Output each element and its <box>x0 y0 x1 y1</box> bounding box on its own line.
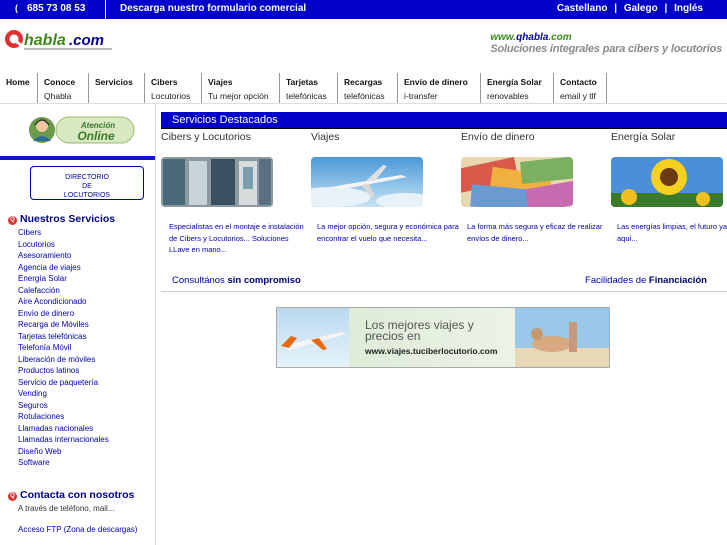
nav-conoce[interactable]: Conoce Qhabla <box>38 73 89 103</box>
travel-banner[interactable]: Los mejores viajes y precios en www.viaj… <box>276 307 610 368</box>
nav-servicios[interactable]: Servicios <box>89 73 145 103</box>
service-link[interactable]: Liberación de móviles <box>18 354 109 366</box>
language-switcher: Castellano | Galego | Inglés <box>555 3 705 14</box>
sunflower-icon <box>651 159 687 195</box>
feature-title: Viajes <box>311 131 340 143</box>
service-link[interactable]: Locutorios <box>18 239 109 251</box>
lang-ingles[interactable]: Inglés <box>674 3 703 14</box>
contact-heading: Q Contacta con nosotros <box>8 489 134 501</box>
service-link[interactable]: Rotulaciones <box>18 411 109 423</box>
airplane-photo[interactable] <box>291 157 436 209</box>
service-link[interactable]: Asesoramiento <box>18 250 109 262</box>
nav-contacto[interactable]: Contacto email y tlf <box>554 73 607 103</box>
logo-com-text: .com <box>69 32 104 49</box>
ftp-access-link[interactable]: Acceso FTP (Zona de descargas) <box>18 525 137 534</box>
service-link[interactable]: Seguros <box>18 400 109 412</box>
q-bullet-icon: Q <box>8 216 17 225</box>
service-link[interactable]: Llamadas internacionales <box>18 434 109 446</box>
banner-url: www.viajes.tuciberlocutorio.com <box>365 346 498 356</box>
feature-title: Cibers y Locutorios <box>161 131 251 143</box>
service-link[interactable]: Telefonía Móvil <box>18 342 109 354</box>
featured-heading-rule <box>161 128 727 129</box>
service-link[interactable]: Aire Acondicionado <box>18 296 109 308</box>
lang-galego[interactable]: Galego <box>624 3 658 14</box>
feature-solar[interactable]: Energía Solar Las energías limpias, el f… <box>611 131 727 244</box>
service-link[interactable]: Agencia de viajes <box>18 262 109 274</box>
money-photo[interactable] <box>455 156 579 213</box>
service-link[interactable]: Vending <box>18 388 109 400</box>
sidebar-border <box>155 104 156 545</box>
left-sidebar: Atención Online DIRECTORIO DE LOCUTORIOS… <box>0 104 156 545</box>
lang-separator: | <box>664 3 668 14</box>
consult-link[interactable]: Consultános sin compromiso <box>172 275 301 286</box>
online-support-badge[interactable]: Atención Online <box>26 111 136 149</box>
service-link[interactable]: Cibers <box>18 227 109 239</box>
nav-recargas[interactable]: Recargas telefónicas <box>338 73 398 103</box>
nav-cibers[interactable]: Cibers Locutorios <box>145 73 202 103</box>
service-link[interactable]: Software <box>18 457 109 469</box>
feature-envio[interactable]: Envío de dinero La forma más segura y ef… <box>455 131 611 244</box>
feature-description: Especialistas en el montaje e instalació… <box>169 222 304 254</box>
feature-description: Las energías limpias, el futuro ya está … <box>617 222 727 243</box>
main-nav: Home Conoce Qhabla Servicios Cibers Locuto… <box>0 73 607 103</box>
lang-separator: | <box>614 3 618 14</box>
banner-headline: Los mejores viajes y precios en <box>365 318 474 343</box>
download-form-link[interactable]: Descarga nuestro formulario comercial <box>120 3 306 14</box>
feature-description: La forma más segura y eficaz de realizar… <box>467 222 603 243</box>
feature-title: Energía Solar <box>611 131 676 143</box>
header-slogan: www.qhabla.com Soluciones integrales par… <box>490 32 722 55</box>
sidebar-accent-bar <box>0 156 155 160</box>
cibers-photo[interactable] <box>161 157 273 207</box>
service-link[interactable]: Envío de dinero <box>18 308 109 320</box>
services-list: Cibers Locutorios Asesoramiento Agencia … <box>18 227 109 469</box>
feature-cibers[interactable]: Cibers y Locutorios Especialistas en el … <box>161 131 311 256</box>
header-url: www.qhabla.com <box>490 32 572 43</box>
contact-description: A través de teléfono, mail... <box>18 504 115 513</box>
featured-heading: Servicios Destacados <box>161 112 727 128</box>
service-link[interactable]: Llamadas nacionales <box>18 423 109 435</box>
lang-castellano[interactable]: Castellano <box>557 3 608 14</box>
service-link[interactable]: Diseño Web <box>18 446 109 458</box>
phone-icon: ( <box>15 3 18 13</box>
nav-viajes[interactable]: Viajes Tu mejor opción <box>202 73 280 103</box>
financing-link[interactable]: Facilidades de Financiación <box>585 275 707 286</box>
content-divider <box>161 291 727 292</box>
feature-title: Envío de dinero <box>461 131 535 143</box>
logo-habla-text: habla <box>24 32 66 49</box>
nav-energia-solar[interactable]: Energía Solar renovables <box>481 73 554 103</box>
header-tagline: Soluciones integrales para cibers y locu… <box>490 43 722 55</box>
online-line2: Online <box>77 129 115 143</box>
nav-home[interactable]: Home <box>0 73 38 103</box>
q-bullet-icon: Q <box>8 492 17 501</box>
topbar-divider <box>105 0 106 19</box>
qhabla-logo[interactable]: habla .com <box>3 27 115 53</box>
service-link[interactable]: Calefacción <box>18 285 109 297</box>
feature-description: La mejor opción, segura y económica para… <box>317 222 459 243</box>
service-link[interactable]: Productos latinos <box>18 365 109 377</box>
service-link[interactable]: Recarga de Móviles <box>18 319 109 331</box>
service-link[interactable]: Tarjetas telefónicas <box>18 331 109 343</box>
sunflower-photo[interactable] <box>611 157 723 207</box>
nav-envio-dinero[interactable]: Envío de dinero i-transfer <box>398 73 481 103</box>
nav-tarjetas[interactable]: Tarjetas telefónicas <box>280 73 338 103</box>
feature-viajes[interactable]: Viajes La mejor opción, segura y económi… <box>291 131 461 244</box>
directory-button[interactable]: DIRECTORIO DE LOCUTORIOS <box>30 166 144 200</box>
service-link[interactable]: Energía Solar <box>18 273 109 285</box>
phone-number: 685 73 08 53 <box>27 3 86 14</box>
top-bar: ( 685 73 08 53 Descarga nuestro formular… <box>0 0 727 19</box>
service-link[interactable]: Servicio de paquetería <box>18 377 109 389</box>
services-heading: Q Nuestros Servicios <box>8 213 115 225</box>
